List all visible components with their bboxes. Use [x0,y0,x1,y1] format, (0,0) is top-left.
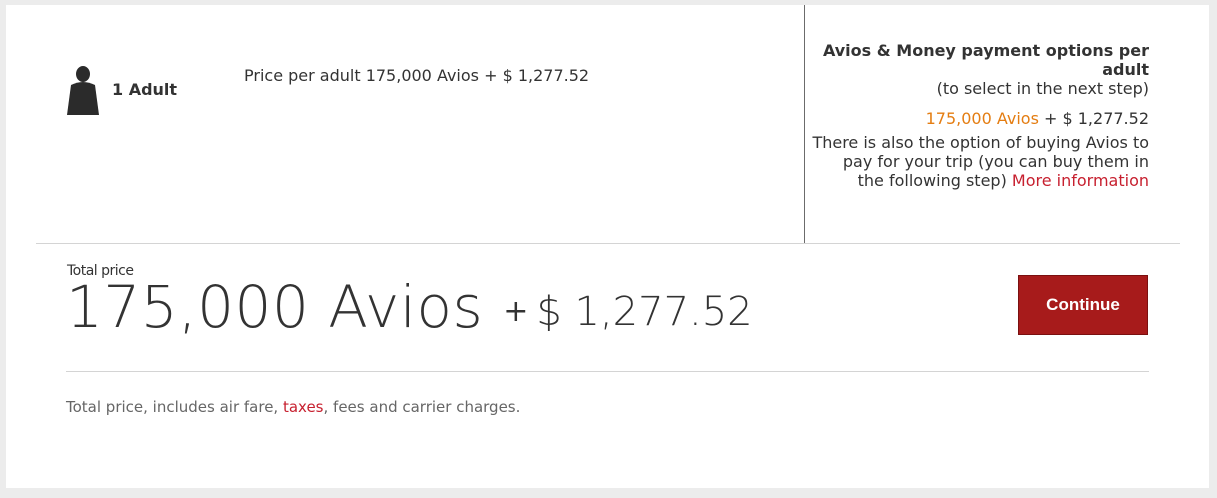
person-icon [66,65,100,117]
payment-options-avios: 175,000 Avios [925,109,1039,128]
total-money: $ 1,277.52 [536,289,753,335]
payment-options-price: 175,000 Avios + $ 1,277.52 [806,107,1149,131]
continue-button[interactable]: Continue [1018,275,1148,335]
total-price-footnote: Total price, includes air fare, taxes, f… [66,398,520,416]
footer-divider [66,371,1149,372]
payment-options-subtitle: (to select in the next step) [936,79,1149,98]
footnote-text-after: , fees and carrier charges. [323,398,521,416]
taxes-link[interactable]: taxes [283,398,324,416]
price-per-adult: Price per adult 175,000 Avios + $ 1,277.… [244,66,590,85]
price-summary-card: 1 Adult Price per adult 175,000 Avios + … [6,5,1209,488]
more-information-link[interactable]: More information [1012,171,1149,190]
buy-avios-info: There is also the option of buying Avios… [806,133,1149,190]
footnote-text-before: Total price, includes air fare, [66,398,283,416]
section-divider [36,243,1180,244]
payment-options-title: Avios & Money payment options per adult [822,41,1149,79]
vertical-divider [804,5,805,243]
total-plus: + [503,294,529,329]
payment-options-panel: Avios & Money payment options per adult … [806,41,1149,190]
passenger-count-label: 1 Adult [112,80,178,99]
total-avios: 175,000 Avios [66,273,484,341]
payment-options-money: + $ 1,277.52 [1038,109,1149,128]
total-price: 175,000 Avios + $ 1,277.52 [66,273,753,341]
